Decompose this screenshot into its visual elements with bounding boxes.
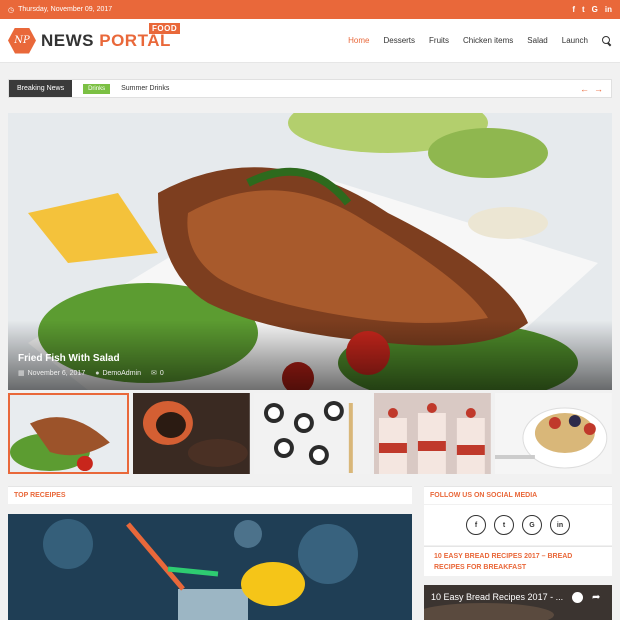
- nav-fruits[interactable]: Fruits: [429, 36, 449, 45]
- clock-icon: ◷: [8, 6, 15, 14]
- thumbnail-sushi[interactable]: [253, 393, 371, 474]
- thumbnail-coffee[interactable]: [132, 393, 250, 474]
- search-icon[interactable]: [602, 35, 612, 46]
- hero-slide[interactable]: Fried Fish With Salad ▦ November 6, 2017 …: [8, 113, 612, 390]
- topbar-social: f t G in: [572, 5, 612, 14]
- post-date-text: November 6, 2017: [27, 370, 86, 377]
- nav-home[interactable]: Home: [348, 36, 369, 45]
- thumbnail-parfait[interactable]: [374, 393, 492, 474]
- user-icon: ●: [95, 369, 100, 377]
- facebook-icon[interactable]: f: [466, 515, 486, 535]
- linkedin-icon[interactable]: in: [605, 5, 612, 14]
- post-date: ▦ November 6, 2017: [18, 369, 85, 377]
- breaking-news-controls: ← →: [580, 84, 611, 94]
- logo-hexagon-icon: NP: [8, 27, 36, 54]
- comment-count: 0: [159, 370, 164, 377]
- hero-meta: ▦ November 6, 2017 ● DemoAdmin ✉ 0: [18, 369, 164, 378]
- breaking-news-bar: Breaking News Drinks Summer Drinks ← →: [8, 79, 612, 98]
- thumbnail-fish-image: [10, 395, 127, 472]
- thumbnail-yogurt-image: [495, 393, 612, 474]
- video-thumbnail: [424, 585, 612, 620]
- twitter-icon[interactable]: t: [582, 5, 585, 14]
- post-author-text: DemoAdmin: [102, 369, 141, 377]
- top-recipe-image[interactable]: [8, 514, 412, 620]
- breaking-news-title[interactable]: Summer Drinks: [121, 85, 169, 92]
- sidebar-video-title[interactable]: 10 EASY BREAD RECIPES 2017 – BREAD RECIP…: [424, 546, 612, 576]
- facebook-icon[interactable]: f: [572, 5, 575, 14]
- date-display: ◷ Thursday, November 09, 2017: [8, 6, 112, 14]
- logo-word-news: NEWS: [41, 30, 94, 50]
- linkedin-icon[interactable]: in: [550, 515, 570, 535]
- video-embed[interactable]: 10 Easy Bread Recipes 2017 - ... ➦: [424, 585, 612, 620]
- top-bar: ◷ Thursday, November 09, 2017 f t G in: [0, 0, 620, 19]
- thumbnail-fish[interactable]: [8, 393, 129, 474]
- nav-salad[interactable]: Salad: [527, 36, 547, 45]
- top-recipes-heading: TOP RECEIPES: [8, 486, 412, 504]
- post-comments[interactable]: ✉ 0: [151, 369, 164, 377]
- google-plus-icon[interactable]: G: [592, 5, 598, 14]
- thumbnail-parfait-image: [374, 393, 492, 474]
- drink-image: [8, 514, 412, 620]
- nav-launch[interactable]: Launch: [562, 36, 588, 45]
- date-text: Thursday, November 09, 2017: [18, 6, 113, 13]
- nav-desserts[interactable]: Desserts: [383, 36, 415, 45]
- thumbnail-sushi-image: [253, 393, 371, 474]
- thumbnail-yogurt[interactable]: [495, 393, 612, 474]
- site-logo[interactable]: NP NEWS PORTAL FOOD: [8, 22, 181, 54]
- logo-text: NEWS PORTAL FOOD: [41, 22, 181, 51]
- video-title[interactable]: 10 Easy Bread Recipes 2017 - ...: [431, 592, 563, 602]
- twitter-icon[interactable]: t: [494, 515, 514, 535]
- post-author[interactable]: ● DemoAdmin: [95, 370, 141, 377]
- slider-thumbnails: [8, 393, 612, 474]
- share-icon[interactable]: ➦: [592, 592, 603, 603]
- main-nav: Home Desserts Fruits Chicken items Salad…: [348, 35, 612, 46]
- comment-icon: ✉: [150, 370, 157, 377]
- category-tag[interactable]: Drinks: [83, 83, 111, 94]
- calendar-icon: ▦: [18, 370, 25, 377]
- arrow-left-icon[interactable]: ←: [580, 84, 589, 94]
- thumbnail-coffee-image: [132, 393, 250, 474]
- logo-food-tag: FOOD: [149, 22, 181, 34]
- hero-title[interactable]: Fried Fish With Salad: [18, 353, 120, 364]
- clock-icon[interactable]: [572, 592, 583, 603]
- nav-chicken-items[interactable]: Chicken items: [463, 36, 513, 45]
- breaking-news-label: Breaking News: [9, 80, 73, 97]
- google-plus-icon[interactable]: G: [522, 515, 542, 535]
- follow-social-icons: f t G in: [424, 505, 612, 545]
- site-header: NP NEWS PORTAL FOOD Home Desserts Fruits…: [0, 19, 620, 63]
- arrow-right-icon[interactable]: →: [594, 84, 603, 94]
- follow-us-heading: FOLLOW US ON SOCIAL MEDIA: [424, 486, 612, 504]
